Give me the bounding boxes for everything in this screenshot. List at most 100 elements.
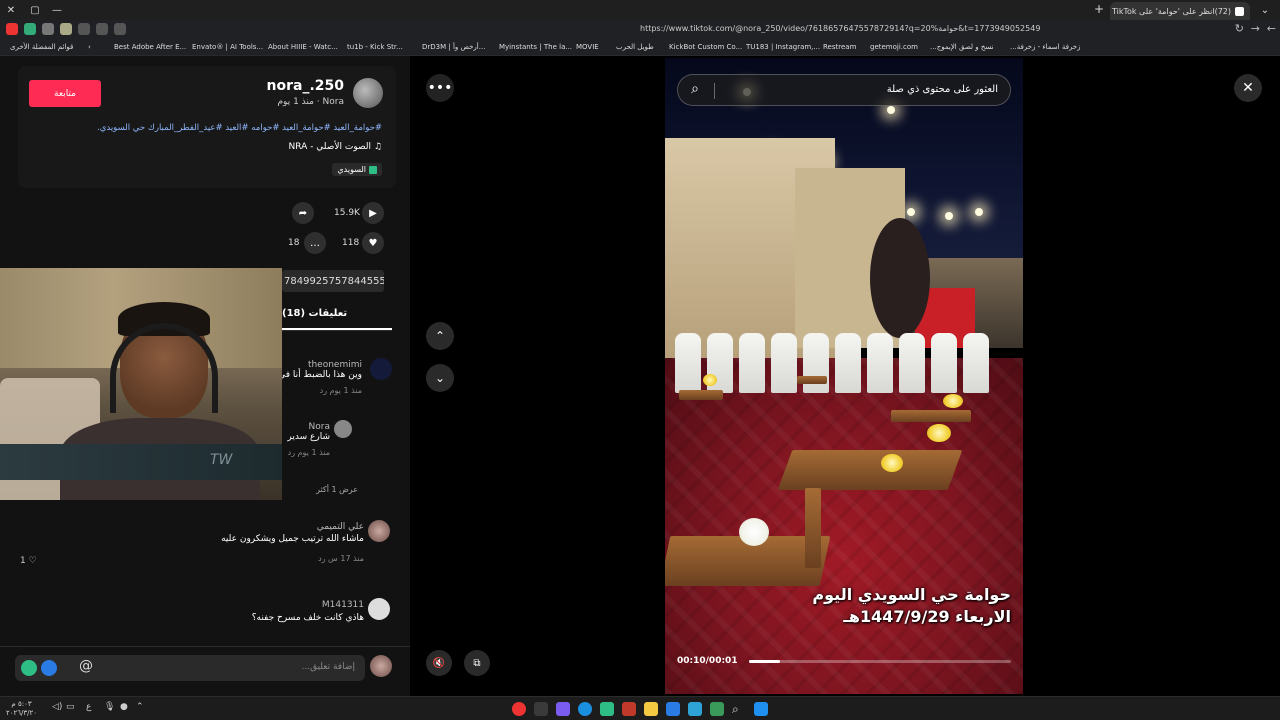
play-icon[interactable]: ▶ <box>362 202 384 224</box>
view-more-replies[interactable]: عرض 1 أكثر <box>316 482 358 495</box>
video-player[interactable]: ⌕ العثور على محتوى ذي صلة حوامة حي السوي… <box>665 58 1023 694</box>
commenter-avatar[interactable] <box>368 520 390 542</box>
reply-avatar[interactable] <box>334 420 352 438</box>
bookmark-item[interactable]: Best Adobe After E... <box>114 43 186 51</box>
bookmark-item[interactable]: ...زخرفة اسماء - زخرفة <box>1010 43 1081 51</box>
mention-icon[interactable]: @ <box>79 658 93 674</box>
my-avatar[interactable] <box>370 655 392 677</box>
app-icon[interactable] <box>512 702 526 716</box>
comment-icon[interactable]: … <box>304 232 326 254</box>
bookmark-item[interactable]: طويل الحرب <box>616 43 654 51</box>
new-tab-button[interactable]: + <box>1094 2 1104 16</box>
like-icon[interactable]: ♥ <box>362 232 384 254</box>
comment-meta[interactable]: منذ 17 س رد <box>221 554 364 563</box>
follow-button[interactable]: متابعة <box>29 80 101 107</box>
back-icon[interactable]: ← <box>1267 22 1276 35</box>
mic-icon[interactable]: 🎙 <box>104 702 115 712</box>
bookmark-item[interactable]: About HIIIE - Watc... <box>268 43 338 51</box>
bookmark-item[interactable]: MOVIE <box>576 43 599 51</box>
search-icon[interactable]: ⌕ <box>732 702 746 716</box>
reply-meta[interactable]: منذ 1 يوم رد <box>287 448 330 457</box>
close-icon[interactable]: ✕ <box>1234 74 1262 102</box>
app-icon[interactable] <box>600 702 614 716</box>
location-chip[interactable]: السويدي <box>332 163 382 176</box>
folder-icon[interactable] <box>644 702 658 716</box>
app-icon[interactable] <box>556 702 570 716</box>
bookmark-item[interactable]: DrD3M | أرخص وأ... <box>422 43 485 51</box>
comment-username[interactable]: theonemimi <box>278 360 362 370</box>
share-icon[interactable]: ➦ <box>292 202 314 224</box>
share-count: 15.9K <box>334 208 360 218</box>
bookmark-item[interactable]: KickBot Custom Co... <box>669 43 742 51</box>
video-dartboard <box>870 218 930 338</box>
tray-app-icon[interactable]: ● <box>120 702 128 712</box>
bookmark-item[interactable]: Restream <box>823 43 856 51</box>
url-field[interactable]: https://www.tiktok.com/@nora_250/video/7… <box>640 24 1230 33</box>
bookmark-item[interactable]: Myinstants | The la... <box>499 43 572 51</box>
related-search-bar[interactable]: ⌕ العثور على محتوى ذي صلة <box>677 74 1011 106</box>
extension-icon[interactable] <box>42 23 54 35</box>
bookmark-item[interactable]: tu1b - Kick Str... <box>347 43 403 51</box>
copy-link-field[interactable]: 7849925757844555 <box>282 270 384 292</box>
comment-likes: 1 <box>20 556 26 566</box>
comment-item: theonemimi وين هذا بالضبط أنا في منذ 1 ي… <box>278 360 362 395</box>
bookmark-item[interactable]: TU183 | Instagram,... <box>746 43 820 51</box>
comment-username[interactable]: M141311 <box>252 600 364 610</box>
gift-icon[interactable] <box>41 660 57 676</box>
commenter-avatar[interactable] <box>368 598 390 620</box>
language-icon[interactable]: ع <box>86 702 91 712</box>
extension-icon[interactable] <box>24 23 36 35</box>
search-icon[interactable]: ⌕ <box>686 81 704 99</box>
bookmark-chevron-icon[interactable]: ‹ <box>88 43 91 51</box>
forward-icon[interactable]: → <box>1251 22 1260 35</box>
author-avatar[interactable] <box>353 78 383 108</box>
network-icon[interactable]: ▭ <box>66 702 75 712</box>
reload-icon[interactable]: ↻ <box>1235 22 1244 35</box>
app-icon[interactable] <box>622 702 636 716</box>
tray-chevron-icon[interactable]: ⌃ <box>136 702 144 712</box>
bookmark-item[interactable]: قوائم المفضلة الأخرى <box>10 43 73 51</box>
tab-list-chevron-icon[interactable]: ⌄ <box>1254 0 1276 20</box>
chair <box>931 333 957 393</box>
video-progress-bar[interactable] <box>749 660 1011 663</box>
extension-icon[interactable] <box>60 23 72 35</box>
previous-video-icon[interactable]: ⌃ <box>426 322 454 350</box>
reply-username[interactable]: Nora <box>287 422 330 432</box>
video-description: #حوامة_العيد #حوامة_العيد #حوامه #العيد … <box>42 122 382 135</box>
bookmark-item[interactable]: ...نسخ و لصق الإيموج <box>930 43 994 51</box>
mute-icon[interactable]: 🔇 <box>426 650 452 676</box>
comment-username[interactable]: علي التميمي <box>221 522 364 532</box>
description-text[interactable]: #حوامة_العيد #حوامة_العيد #حوامه #العيد … <box>97 123 382 133</box>
comment-meta[interactable]: منذ 1 يوم رد <box>278 386 362 395</box>
close-window-icon[interactable]: ✕ <box>0 0 22 20</box>
app-icon[interactable] <box>666 702 680 716</box>
more-options-icon[interactable]: ••• <box>426 74 454 102</box>
speaker-icon[interactable]: ◁) <box>52 702 62 712</box>
restore-window-icon[interactable]: ▢ <box>24 0 46 20</box>
minimize-window-icon[interactable]: — <box>46 0 68 20</box>
extension-icon[interactable] <box>96 23 108 35</box>
extension-icon[interactable] <box>114 23 126 35</box>
app-icon[interactable] <box>688 702 702 716</box>
commenter-avatar[interactable] <box>370 358 392 380</box>
emoji-icon[interactable] <box>21 660 37 676</box>
bookmark-item[interactable]: Envato® | AI Tools... <box>192 43 263 51</box>
bookmark-item[interactable]: getemoji.com <box>870 43 918 51</box>
extension-icon[interactable] <box>6 23 18 35</box>
chair <box>963 333 989 393</box>
taskbar-clock[interactable]: ٥:٠٣ م ٢٠٢٦/٣/٢٠ <box>6 700 37 718</box>
wooden-table <box>679 390 723 400</box>
pip-icon[interactable]: ⧉ <box>464 650 490 676</box>
tab-comments[interactable]: تعليقات (18) <box>282 308 347 319</box>
comment-like-count[interactable]: 1 ♡ <box>20 556 37 566</box>
next-video-icon[interactable]: ⌄ <box>426 364 454 392</box>
author-username[interactable]: nora_.250 <box>267 78 344 94</box>
app-icon[interactable] <box>710 702 724 716</box>
favorite-star-icon[interactable] <box>78 23 90 35</box>
app-icon[interactable] <box>534 702 548 716</box>
start-icon[interactable] <box>754 702 768 716</box>
comment-input[interactable]: إضافة تعليق... @ <box>15 655 365 681</box>
browser-tab[interactable]: (72)انظر على 'حوامة' على TikTok | ... ✕ <box>1110 2 1250 20</box>
sound-label[interactable]: ♫ الصوت الأصلي - NRA <box>289 142 382 152</box>
edge-icon[interactable] <box>578 702 592 716</box>
